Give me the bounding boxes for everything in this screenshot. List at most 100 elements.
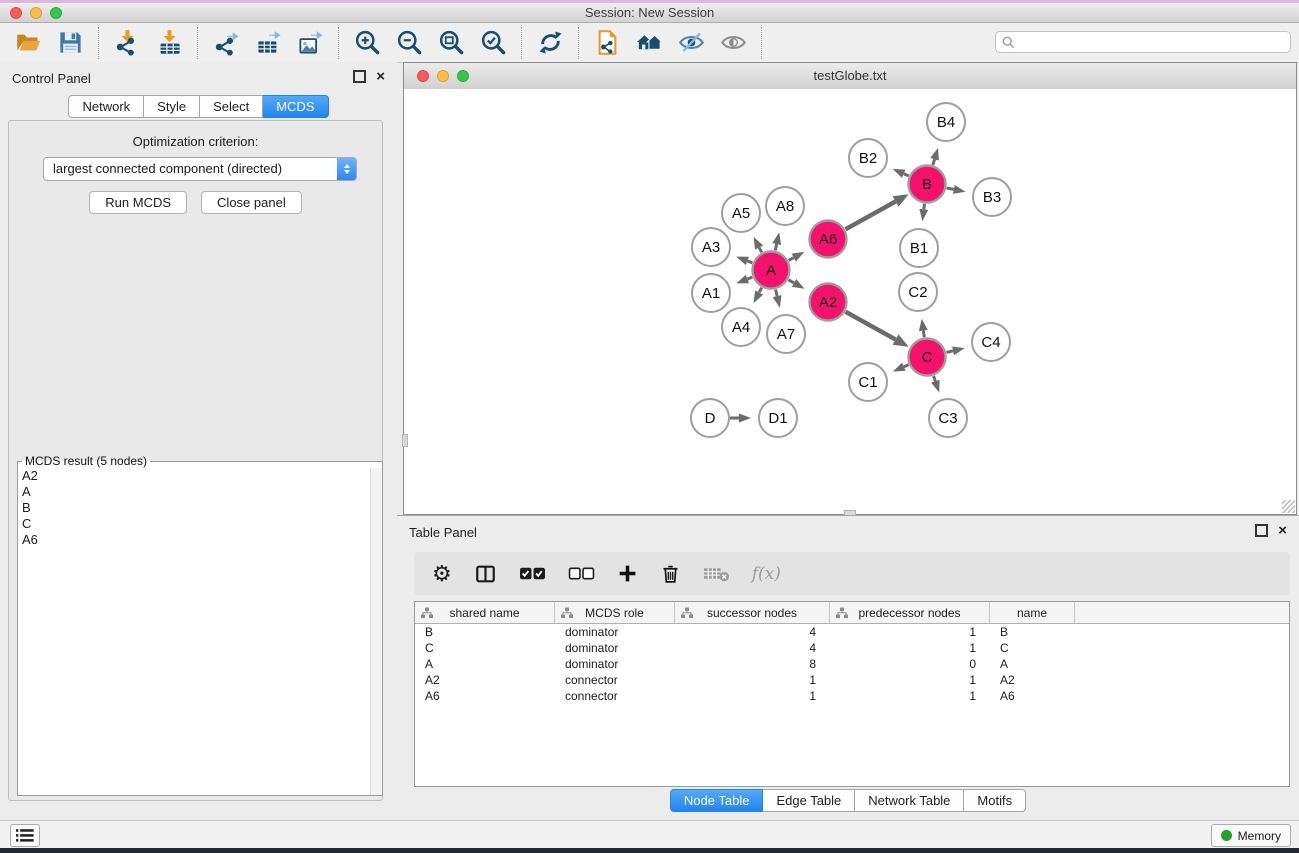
graph-node-A5[interactable]: A5: [722, 194, 760, 232]
graph-node-B4[interactable]: B4: [927, 103, 965, 141]
table-cell[interactable]: 0: [830, 656, 990, 672]
column-visibility-button[interactable]: [474, 560, 497, 588]
result-item[interactable]: A6: [18, 532, 371, 548]
tab-network-table[interactable]: Network Table: [855, 789, 964, 812]
graph-node-C2[interactable]: C2: [899, 273, 937, 311]
graph-node-A[interactable]: A: [753, 252, 790, 289]
graph-edge-A-A4[interactable]: [759, 288, 762, 293]
result-item[interactable]: B: [18, 500, 371, 516]
tab-mcds[interactable]: MCDS: [263, 95, 328, 118]
export-image-button[interactable]: [293, 27, 327, 59]
control-panel-close-icon[interactable]: ×: [376, 71, 385, 82]
tab-select[interactable]: Select: [200, 95, 263, 118]
zoom-selected-button[interactable]: [476, 27, 510, 59]
deselect-all-columns-button[interactable]: [568, 560, 595, 588]
graph-edge-A-A6[interactable]: [789, 258, 794, 261]
table-cell[interactable]: dominator: [555, 656, 675, 672]
graph-node-A4[interactable]: A4: [722, 308, 760, 346]
graph-node-A1[interactable]: A1: [692, 274, 730, 312]
graph-edge-A-A8[interactable]: [775, 244, 776, 250]
close-panel-button[interactable]: Close panel: [201, 191, 302, 214]
graph-edge-B-B1[interactable]: [924, 204, 925, 209]
graph-node-D[interactable]: D: [691, 399, 729, 437]
export-network-button[interactable]: [209, 27, 243, 59]
table-cell[interactable]: C: [990, 640, 1075, 656]
table-cell[interactable]: 4: [675, 624, 830, 640]
graph-node-A7[interactable]: A7: [767, 315, 805, 353]
graph-node-C3[interactable]: C3: [929, 399, 967, 437]
table-cell[interactable]: 4: [675, 640, 830, 656]
tab-motifs[interactable]: Motifs: [964, 789, 1026, 812]
graph-edge-A-A7[interactable]: [776, 289, 778, 296]
table-cell[interactable]: A6: [415, 688, 555, 704]
graph-node-C4[interactable]: C4: [972, 323, 1010, 361]
graph-edge-B-B2[interactable]: [904, 174, 909, 176]
graph-node-B[interactable]: B: [909, 166, 946, 203]
save-session-button[interactable]: [53, 27, 87, 59]
import-table-button[interactable]: [152, 27, 186, 59]
open-session-doc-button[interactable]: [590, 27, 624, 59]
table-cell[interactable]: dominator: [555, 640, 675, 656]
table-cell[interactable]: connector: [555, 672, 675, 688]
result-item[interactable]: A2: [18, 468, 371, 484]
graph-node-A6[interactable]: A6: [810, 221, 847, 258]
table-panel-float-icon[interactable]: [1255, 524, 1268, 537]
table-row[interactable]: Cdominator41C: [415, 640, 1289, 656]
graph-edge-A-A5[interactable]: [759, 248, 762, 253]
graph-edge-C-C3[interactable]: [934, 376, 936, 381]
table-cell[interactable]: B: [990, 624, 1075, 640]
table-row[interactable]: A2connector11A2: [415, 672, 1289, 688]
show-all-button[interactable]: [716, 27, 750, 59]
result-item[interactable]: A: [18, 484, 371, 500]
window-resize-grip[interactable]: [1282, 500, 1295, 513]
column-header-predecessor-nodes[interactable]: predecessor nodes: [830, 602, 990, 623]
table-cell[interactable]: connector: [555, 688, 675, 704]
zoom-fit-button[interactable]: [434, 27, 468, 59]
hide-unselected-button[interactable]: [674, 27, 708, 59]
home-view-button[interactable]: [632, 27, 666, 59]
graph-node-A3[interactable]: A3: [692, 228, 730, 266]
graph-edge-A2-C[interactable]: [845, 312, 895, 340]
table-cell[interactable]: A6: [990, 688, 1075, 704]
control-panel-float-icon[interactable]: [353, 70, 366, 83]
tab-network[interactable]: Network: [68, 95, 144, 118]
import-network-button[interactable]: [110, 27, 144, 59]
add-column-button[interactable]: [617, 560, 638, 588]
table-row[interactable]: Bdominator41B: [415, 624, 1289, 640]
table-cell[interactable]: A2: [415, 672, 555, 688]
graph-node-C1[interactable]: C1: [849, 363, 887, 401]
result-scrollbar[interactable]: [370, 468, 382, 795]
graph-node-B3[interactable]: B3: [973, 178, 1011, 216]
delete-column-button[interactable]: [660, 560, 681, 588]
table-cell[interactable]: 1: [830, 672, 990, 688]
graph-edge-A-A3[interactable]: [747, 261, 752, 263]
function-builder-button[interactable]: f(x): [752, 560, 781, 588]
memory-button[interactable]: Memory: [1211, 824, 1291, 847]
result-item[interactable]: C: [18, 516, 371, 532]
table-cell[interactable]: A2: [990, 672, 1075, 688]
zoom-out-button[interactable]: [392, 27, 426, 59]
graph-node-B2[interactable]: B2: [849, 139, 887, 177]
graph-node-C[interactable]: C: [909, 339, 946, 376]
criterion-dropdown[interactable]: largest connected component (directed): [43, 157, 357, 181]
table-cell[interactable]: A: [990, 656, 1075, 672]
table-cell[interactable]: 8: [675, 656, 830, 672]
table-cell[interactable]: C: [415, 640, 555, 656]
graph-edge-A6-B[interactable]: [845, 201, 895, 229]
column-header-successor-nodes[interactable]: successor nodes: [675, 602, 830, 623]
graph-edge-C-C4[interactable]: [946, 351, 953, 353]
network-canvas[interactable]: B4B2BB3A8A5A6A3B1AC2A1A2A4A7C4CC1C3DD1: [404, 89, 1296, 514]
table-cell[interactable]: A: [415, 656, 555, 672]
search-input[interactable]: [1015, 34, 1290, 50]
graph-edge-C-C1[interactable]: [904, 365, 909, 367]
select-all-columns-button[interactable]: [519, 560, 546, 588]
open-file-button[interactable]: [11, 27, 45, 59]
graph-edge-A-A2[interactable]: [788, 280, 794, 283]
tab-node-table[interactable]: Node Table: [670, 789, 764, 812]
graph-node-D1[interactable]: D1: [759, 399, 797, 437]
refresh-layout-button[interactable]: [533, 27, 567, 59]
tab-edge-table[interactable]: Edge Table: [763, 789, 855, 812]
column-header-name[interactable]: name: [990, 602, 1075, 623]
table-cell[interactable]: 1: [830, 688, 990, 704]
table-row[interactable]: A6connector11A6: [415, 688, 1289, 704]
